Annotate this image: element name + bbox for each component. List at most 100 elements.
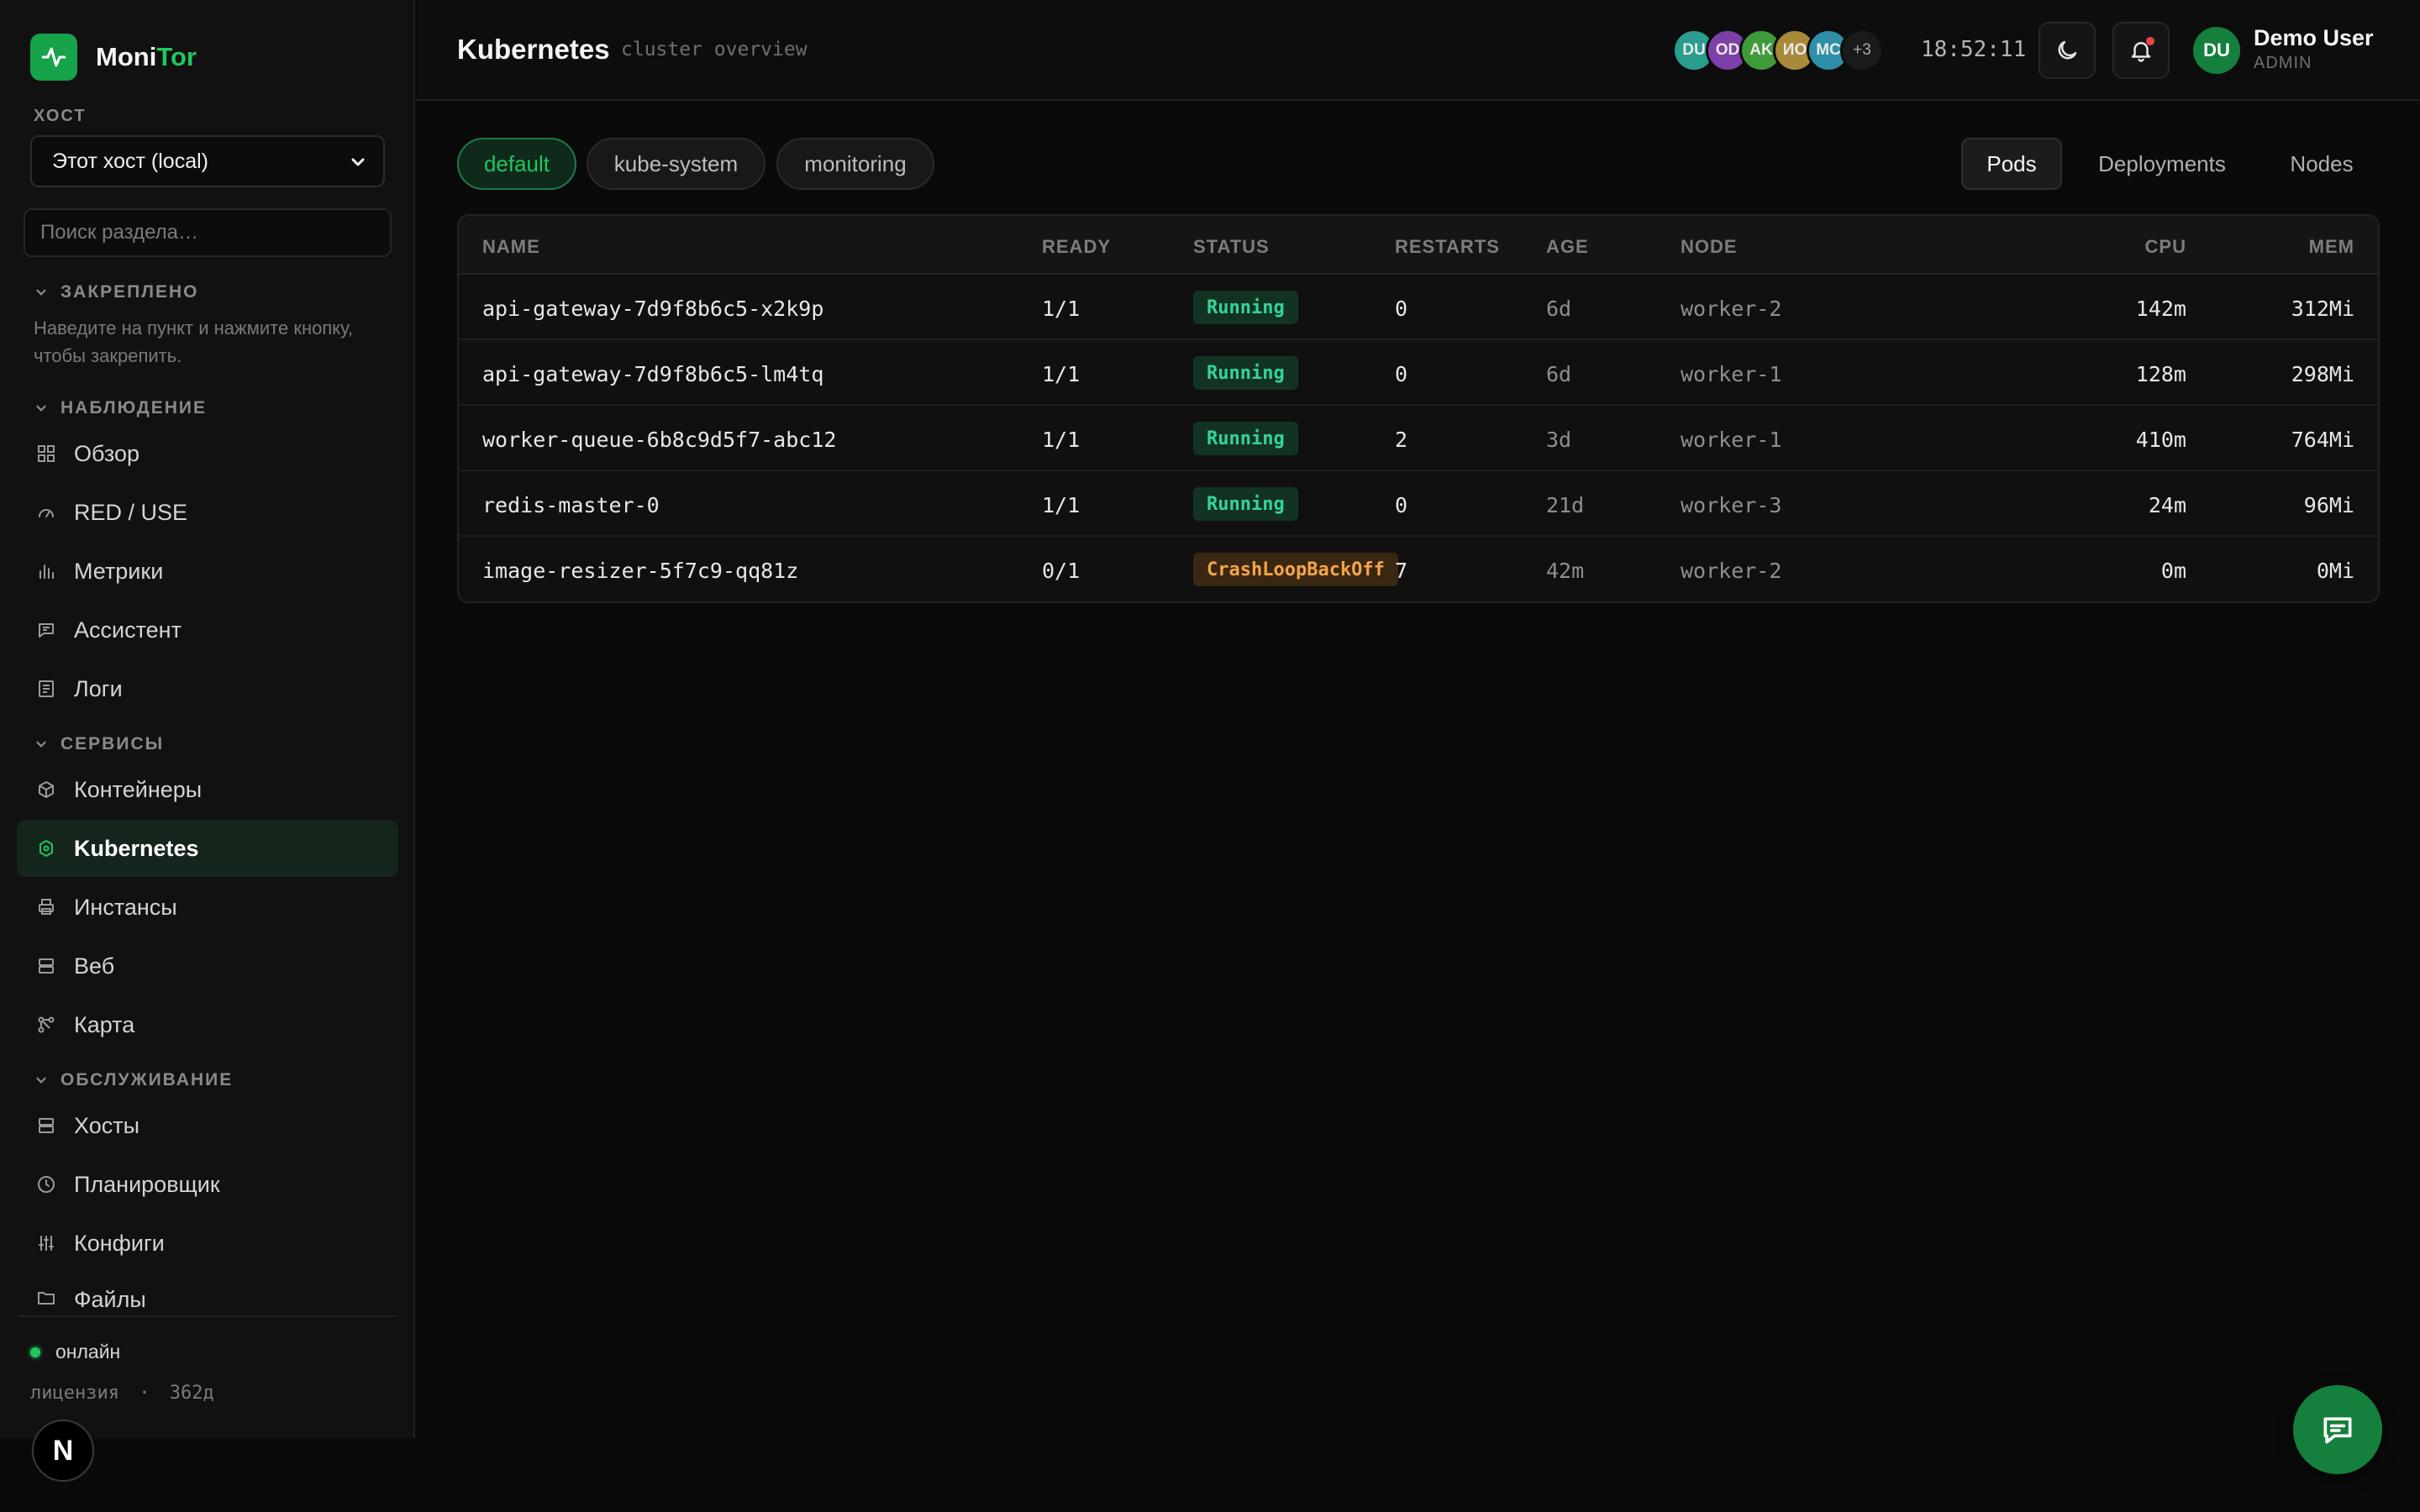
tab-nodes[interactable]: Nodes xyxy=(2269,138,2375,190)
server-icon xyxy=(35,955,57,977)
sidebar-item-label: RED / USE xyxy=(74,499,188,525)
sidebar-item-label: Метрики xyxy=(74,558,164,584)
column-header-node[interactable]: NODE xyxy=(1681,236,1738,258)
kubernetes-icon xyxy=(35,837,57,859)
sidebar-item-logs[interactable]: Логи xyxy=(17,660,398,717)
pod-age: 42m xyxy=(1546,559,1585,583)
host-select[interactable]: Этот хост (local) xyxy=(30,135,385,187)
pod-cpu: 410m xyxy=(2135,428,2186,452)
table-row[interactable]: api-gateway-7d9f8b6c5-lm4tq 1/1 Running … xyxy=(459,340,2378,406)
sidebar-divider xyxy=(17,1315,398,1317)
pod-mem: 96Mi xyxy=(2303,493,2354,517)
sidebar-item-label: Карта xyxy=(74,1011,135,1037)
sidebar-item-label: Логи xyxy=(74,675,123,701)
column-header-status[interactable]: STATUS xyxy=(1193,236,1270,258)
section-search-input[interactable]: Поиск раздела… xyxy=(24,208,392,257)
pod-restarts: 2 xyxy=(1395,428,1408,452)
pod-restarts: 0 xyxy=(1395,362,1408,386)
chevron-down-icon xyxy=(36,289,46,296)
status-badge: Running xyxy=(1193,487,1298,521)
chevron-down-icon xyxy=(351,158,365,166)
notifications-button[interactable] xyxy=(2112,22,2170,79)
sidebar-item-hosts[interactable]: Хосты xyxy=(17,1097,398,1154)
sidebar-item-kubernetes[interactable]: Kubernetes xyxy=(17,820,398,877)
sidebar-item-containers[interactable]: Контейнеры xyxy=(17,761,398,818)
section-services-toggle[interactable]: СЕРВИСЫ xyxy=(34,734,164,754)
status-badge: Running xyxy=(1193,356,1298,390)
brand[interactable]: MoniTor xyxy=(30,34,197,81)
moon-icon xyxy=(2058,40,2077,60)
user-avatar[interactable]: DU xyxy=(2193,27,2240,74)
sidebar-item-label: Конфиги xyxy=(74,1230,165,1256)
printer-icon xyxy=(35,896,57,918)
sliders-icon xyxy=(35,1232,57,1254)
page-title: Kubernetes xyxy=(457,34,610,65)
chat-button[interactable] xyxy=(2293,1385,2382,1474)
pod-restarts: 7 xyxy=(1395,559,1408,583)
pod-mem: 764Mi xyxy=(2291,428,2354,452)
theme-toggle-button[interactable] xyxy=(2039,22,2096,79)
avatars-more[interactable]: +3 xyxy=(1840,29,1884,72)
online-users[interactable]: DU OD AK ИО MC +3 xyxy=(1672,29,1884,72)
tab-deployments[interactable]: Deployments xyxy=(2075,138,2249,190)
pod-node: worker-3 xyxy=(1681,493,1782,517)
sidebar-item-label: Веб xyxy=(74,953,115,979)
sidebar-item-map[interactable]: Карта xyxy=(17,996,398,1053)
column-header-age[interactable]: AGE xyxy=(1546,236,1589,258)
pod-ready: 0/1 xyxy=(1042,559,1081,583)
namespace-chip-monitoring[interactable]: monitoring xyxy=(776,138,934,190)
sidebar-item-instances[interactable]: Инстансы xyxy=(17,879,398,936)
user-name[interactable]: Demo User xyxy=(2254,25,2374,51)
column-header-name[interactable]: NAME xyxy=(482,236,540,258)
namespace-chip-default[interactable]: default xyxy=(457,138,576,190)
pod-name: image-resizer-5f7c9-qq81z xyxy=(482,559,799,583)
pod-ready: 1/1 xyxy=(1042,297,1081,321)
brand-name: MoniTor xyxy=(96,42,197,71)
sidebar-item-web[interactable]: Веб xyxy=(17,937,398,995)
pod-mem: 312Mi xyxy=(2291,297,2354,321)
section-maintenance-toggle[interactable]: ОБСЛУЖИВАНИЕ xyxy=(34,1070,233,1090)
host-select-value: Этот хост (local) xyxy=(52,149,208,173)
column-header-mem[interactable]: MEM xyxy=(2309,236,2354,258)
sidebar-item-files[interactable]: Файлы xyxy=(17,1273,398,1315)
chat-icon xyxy=(2323,1417,2352,1444)
status-badge: Running xyxy=(1193,422,1298,455)
pod-ready: 1/1 xyxy=(1042,362,1081,386)
pod-node: worker-2 xyxy=(1681,297,1782,321)
chevron-down-icon xyxy=(36,741,46,748)
section-title: СЕРВИСЫ xyxy=(60,734,165,753)
sidebar: MoniTor ХОСТ Этот хост (local) Поиск раз… xyxy=(0,0,415,1438)
status-text: онлайн xyxy=(55,1341,121,1362)
table-row[interactable]: worker-queue-6b8c9d5f7-abc12 1/1 Running… xyxy=(459,406,2378,471)
tab-pods[interactable]: Pods xyxy=(1961,138,2062,190)
table-row[interactable]: redis-master-0 1/1 Running 0 21d worker-… xyxy=(459,471,2378,537)
sidebar-item-metrics[interactable]: Метрики xyxy=(17,543,398,600)
status-badge: Running xyxy=(1193,291,1298,324)
column-header-ready[interactable]: READY xyxy=(1042,236,1111,258)
box-icon xyxy=(35,779,57,801)
sidebar-item-overview[interactable]: Обзор xyxy=(17,425,398,482)
pods-table: NAME READY STATUS RESTARTS AGE NODE CPU … xyxy=(457,214,2380,603)
column-header-restarts[interactable]: RESTARTS xyxy=(1395,236,1500,258)
pinned-hint: Наведите на пункт и нажмите кнопку, чтоб… xyxy=(34,318,354,366)
namespace-chip-kube-system[interactable]: kube-system xyxy=(587,138,765,190)
pod-node: worker-1 xyxy=(1681,428,1782,452)
section-observe-toggle[interactable]: НАБЛЮДЕНИЕ xyxy=(34,398,207,418)
sidebar-item-red-use[interactable]: RED / USE xyxy=(17,484,398,541)
notification-dot xyxy=(2146,37,2154,45)
section-pinned-toggle[interactable]: ЗАКРЕПЛЕНО xyxy=(34,282,199,302)
table-row[interactable]: api-gateway-7d9f8b6c5-x2k9p 1/1 Running … xyxy=(459,275,2378,340)
sidebar-item-assistant[interactable]: Ассистент xyxy=(17,601,398,659)
sidebar-item-configs[interactable]: Конфиги xyxy=(17,1215,398,1272)
column-header-cpu[interactable]: CPU xyxy=(2145,236,2186,258)
pod-age: 6d xyxy=(1546,362,1572,386)
page-subtitle: cluster overview xyxy=(621,39,808,60)
top-header: Kubernetes cluster overview DU OD AK ИО … xyxy=(417,0,2420,101)
host-label: ХОСТ xyxy=(34,107,87,125)
sidebar-item-label: Обзор xyxy=(74,440,139,466)
grid-icon xyxy=(35,443,57,465)
sidebar-item-scheduler[interactable]: Планировщик xyxy=(17,1156,398,1213)
table-row[interactable]: image-resizer-5f7c9-qq81z 0/1 CrashLoopB… xyxy=(459,537,2378,601)
section-title: НАБЛЮДЕНИЕ xyxy=(60,398,208,417)
dev-badge[interactable]: N xyxy=(32,1420,94,1482)
